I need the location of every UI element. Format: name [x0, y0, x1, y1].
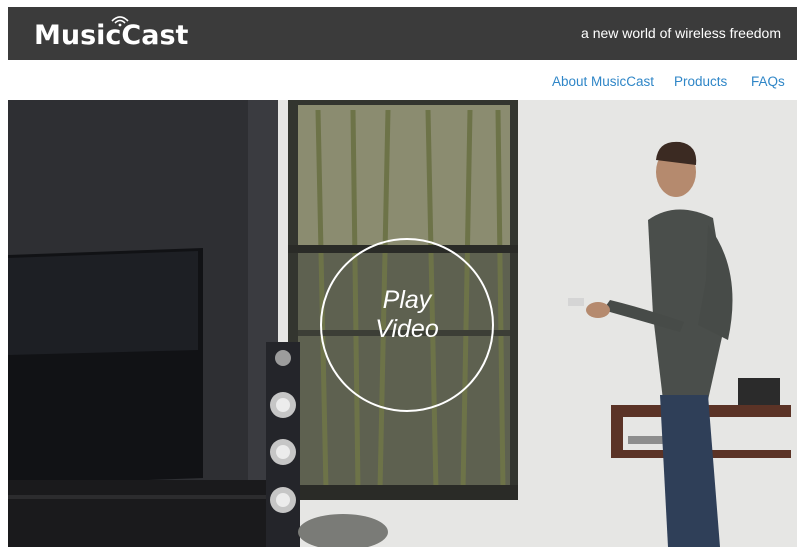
nav-faqs[interactable]: FAQs [751, 74, 785, 89]
play-video-label: Play Video [322, 286, 492, 344]
main-nav: About MusicCast Products FAQs [8, 60, 797, 100]
tagline: a new world of wireless freedom [581, 25, 781, 41]
play-line1: Play [382, 286, 432, 314]
nav-about-musiccast[interactable]: About MusicCast [552, 74, 654, 89]
nav-products[interactable]: Products [674, 74, 727, 89]
play-line2: Video [375, 315, 439, 343]
site-header: MusicCast a new world of wireless freedo… [8, 7, 797, 60]
musiccast-logo[interactable]: MusicCast [34, 16, 188, 51]
page: MusicCast a new world of wireless freedo… [0, 0, 797, 547]
hero-video[interactable]: Play Video [8, 100, 797, 547]
wifi-icon [111, 16, 129, 27]
play-video-button[interactable]: Play Video [320, 238, 494, 412]
